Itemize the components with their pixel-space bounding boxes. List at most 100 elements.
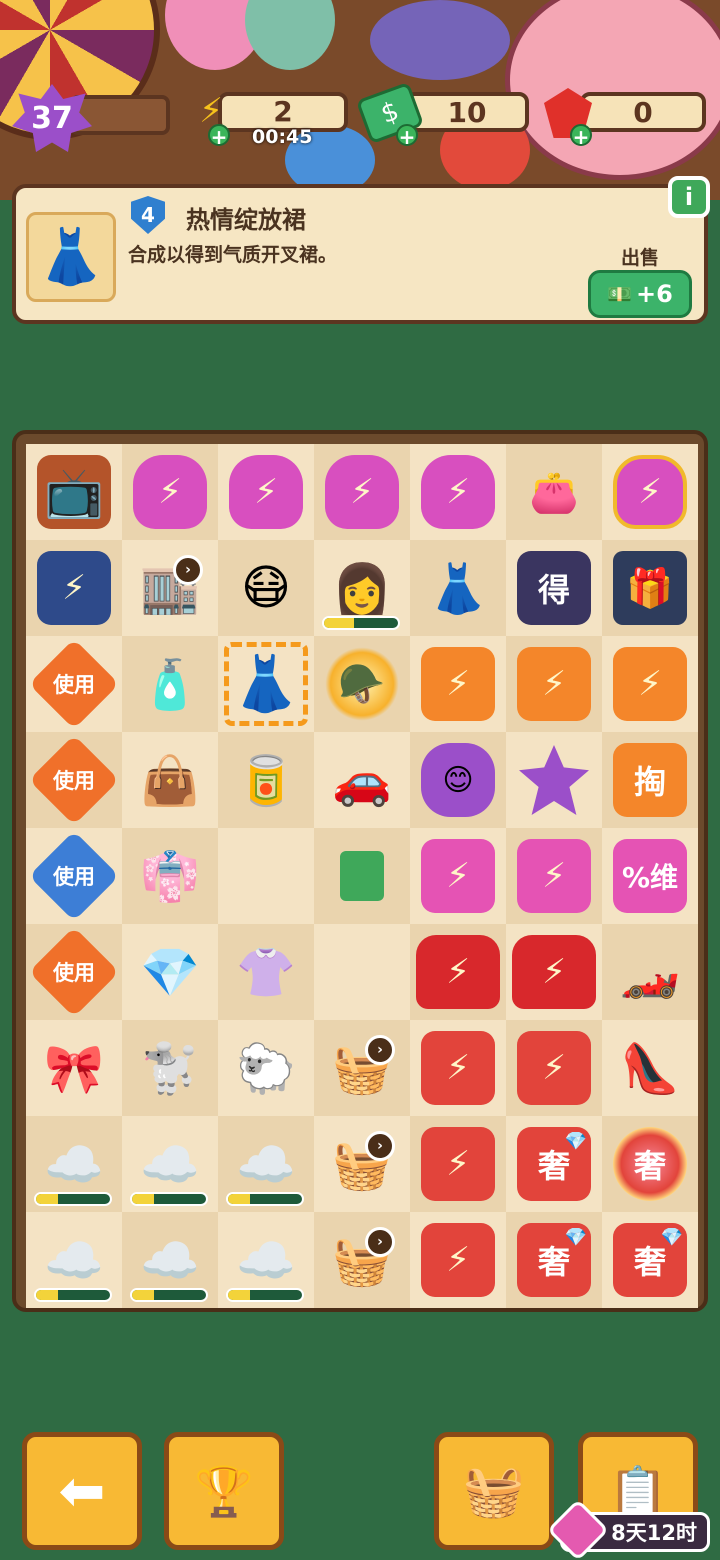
energy-bag-item[interactable] [325,455,399,529]
level-progress-bar[interactable] [70,95,170,135]
board-cell[interactable] [410,1116,506,1212]
energy-red-item[interactable] [421,1223,495,1297]
board-cell[interactable]: 👠 [602,1020,698,1116]
board-cell[interactable]: 使用 [26,732,122,828]
glowing-item[interactable]: 🪖 [325,647,399,721]
energy-red-item[interactable] [421,1031,495,1105]
board-cell[interactable]: 奢 💎 [506,1116,602,1212]
board-cell[interactable]: 👗 [410,540,506,636]
board-cell[interactable] [506,732,602,828]
energy-coupon-item[interactable] [421,839,495,913]
board-cell[interactable]: 👘 [122,828,218,924]
energy-box-item[interactable] [421,647,495,721]
add-gem-button[interactable]: + [570,124,592,148]
tao-item[interactable]: 掏 [613,743,687,817]
board-cell[interactable]: 👜 [122,732,218,828]
board-cell[interactable]: 🏎️ [602,924,698,1020]
cash-counter[interactable]: 10 [405,92,529,132]
board-cell[interactable]: 奢 💎 [602,1212,698,1308]
pet-bed-generator[interactable]: 🧺 › [325,1031,399,1105]
board-cell[interactable] [122,444,218,540]
board-cell-empty[interactable] [218,828,314,924]
board-cell[interactable]: 🧺 › [314,1020,410,1116]
leaderboard-button[interactable]: 🏆 [164,1432,284,1550]
sports-car-item[interactable]: 🏎️ [613,935,687,1009]
board-cell[interactable]: ⚡ [506,924,602,1020]
board-cell[interactable]: 🧴 [122,636,218,732]
board-cell[interactable] [410,1212,506,1308]
board-cell[interactable]: ☁️ [122,1212,218,1308]
use-token-orange[interactable]: 使用 [28,734,120,826]
pet-food-small-item[interactable] [340,851,384,901]
board-cell[interactable] [314,444,410,540]
pet-bed-generator[interactable]: 🧺 › [325,1223,399,1297]
board-cell[interactable]: 👩 [314,540,410,636]
board-cell[interactable]: 💎 [122,924,218,1020]
board-cell[interactable]: 🎀 [26,1020,122,1116]
pink-pouch-item[interactable]: 👛 [517,455,591,529]
she-item[interactable]: 奢 💎 [517,1223,591,1297]
energy-coupon-item[interactable] [517,839,591,913]
energy-bag-item[interactable] [421,455,495,529]
energy-box-item[interactable] [613,647,687,721]
purple-star-item[interactable] [519,745,589,815]
she-glowing-item[interactable]: 奢 [613,1127,687,1201]
energy-bag-item[interactable] [613,455,687,529]
energy-bag-item[interactable] [133,455,207,529]
cloud-locked-item[interactable]: ☁️ [133,1127,207,1201]
purple-star-item[interactable]: 😊 [421,743,495,817]
board-cell[interactable]: 奢 [602,1116,698,1212]
board-cell[interactable] [218,444,314,540]
board-cell[interactable]: 得 [506,540,602,636]
she-item[interactable]: 奢 💎 [517,1127,591,1201]
poodle-item[interactable]: 🐩 [133,1031,207,1105]
use-token-blue[interactable]: 使用 [28,830,120,922]
basket-button[interactable]: 🧺 [434,1432,554,1550]
board-cell[interactable]: 🧺 › [314,1212,410,1308]
board-cell[interactable]: ⚡ [410,924,506,1020]
tv-generator[interactable]: 📺 [37,455,111,529]
heels-item[interactable]: 👠 [613,1031,687,1105]
board-cell[interactable] [26,540,122,636]
board-cell[interactable]: ☁️ [218,1212,314,1308]
board-cell[interactable] [410,828,506,924]
board-cell[interactable] [410,444,506,540]
handbag-item[interactable]: 👜 [133,743,207,817]
earrings-item[interactable]: 💎 [133,935,207,1009]
board-cell[interactable] [506,828,602,924]
mannequin-item[interactable]: 👚 [229,935,303,1009]
board-cell[interactable]: 🏬 › [122,540,218,636]
energy-red-item[interactable] [517,1031,591,1105]
gown-item[interactable]: 👗 [421,551,495,625]
character-item[interactable]: 👩 [325,551,399,625]
sports-car-energy-item[interactable]: ⚡ [416,935,500,1009]
character-item[interactable]: 😷 [229,551,303,625]
board-cell[interactable]: 使用 [26,828,122,924]
board-cell[interactable]: 😷 [218,540,314,636]
board-cell[interactable]: 🎁 [602,540,698,636]
gem-counter[interactable]: 0 [580,92,706,132]
board-cell[interactable]: 👚 [218,924,314,1020]
board-cell[interactable]: %维 [602,828,698,924]
add-energy-button[interactable]: + [208,124,230,148]
board-cell-empty[interactable] [314,924,410,1020]
board-cell[interactable]: 📺 [26,444,122,540]
gift-box-item[interactable]: 🎁 [613,551,687,625]
cloud-locked-item[interactable]: ☁️ [37,1223,111,1297]
board-cell[interactable] [506,636,602,732]
board-cell[interactable] [506,1020,602,1116]
sell-button[interactable]: 💵 +6 [588,270,692,318]
perfume-box-item[interactable]: 🎀 [37,1031,111,1105]
poodle-item[interactable]: 🐑 [229,1031,303,1105]
board-cell[interactable]: 😊 [410,732,506,828]
pet-bed-generator[interactable]: 🧺 › [325,1127,399,1201]
cloud-locked-item[interactable]: ☁️ [37,1127,111,1201]
car-item[interactable]: 🚗 [325,743,399,817]
board-cell[interactable] [602,444,698,540]
add-cash-button[interactable]: + [396,124,418,148]
board-cell[interactable]: 🪖 [314,636,410,732]
energy-bag-item[interactable] [229,455,303,529]
board-cell[interactable] [314,828,410,924]
sports-car-energy-item[interactable]: ⚡ [512,935,596,1009]
board-cell[interactable]: ☁️ [122,1116,218,1212]
